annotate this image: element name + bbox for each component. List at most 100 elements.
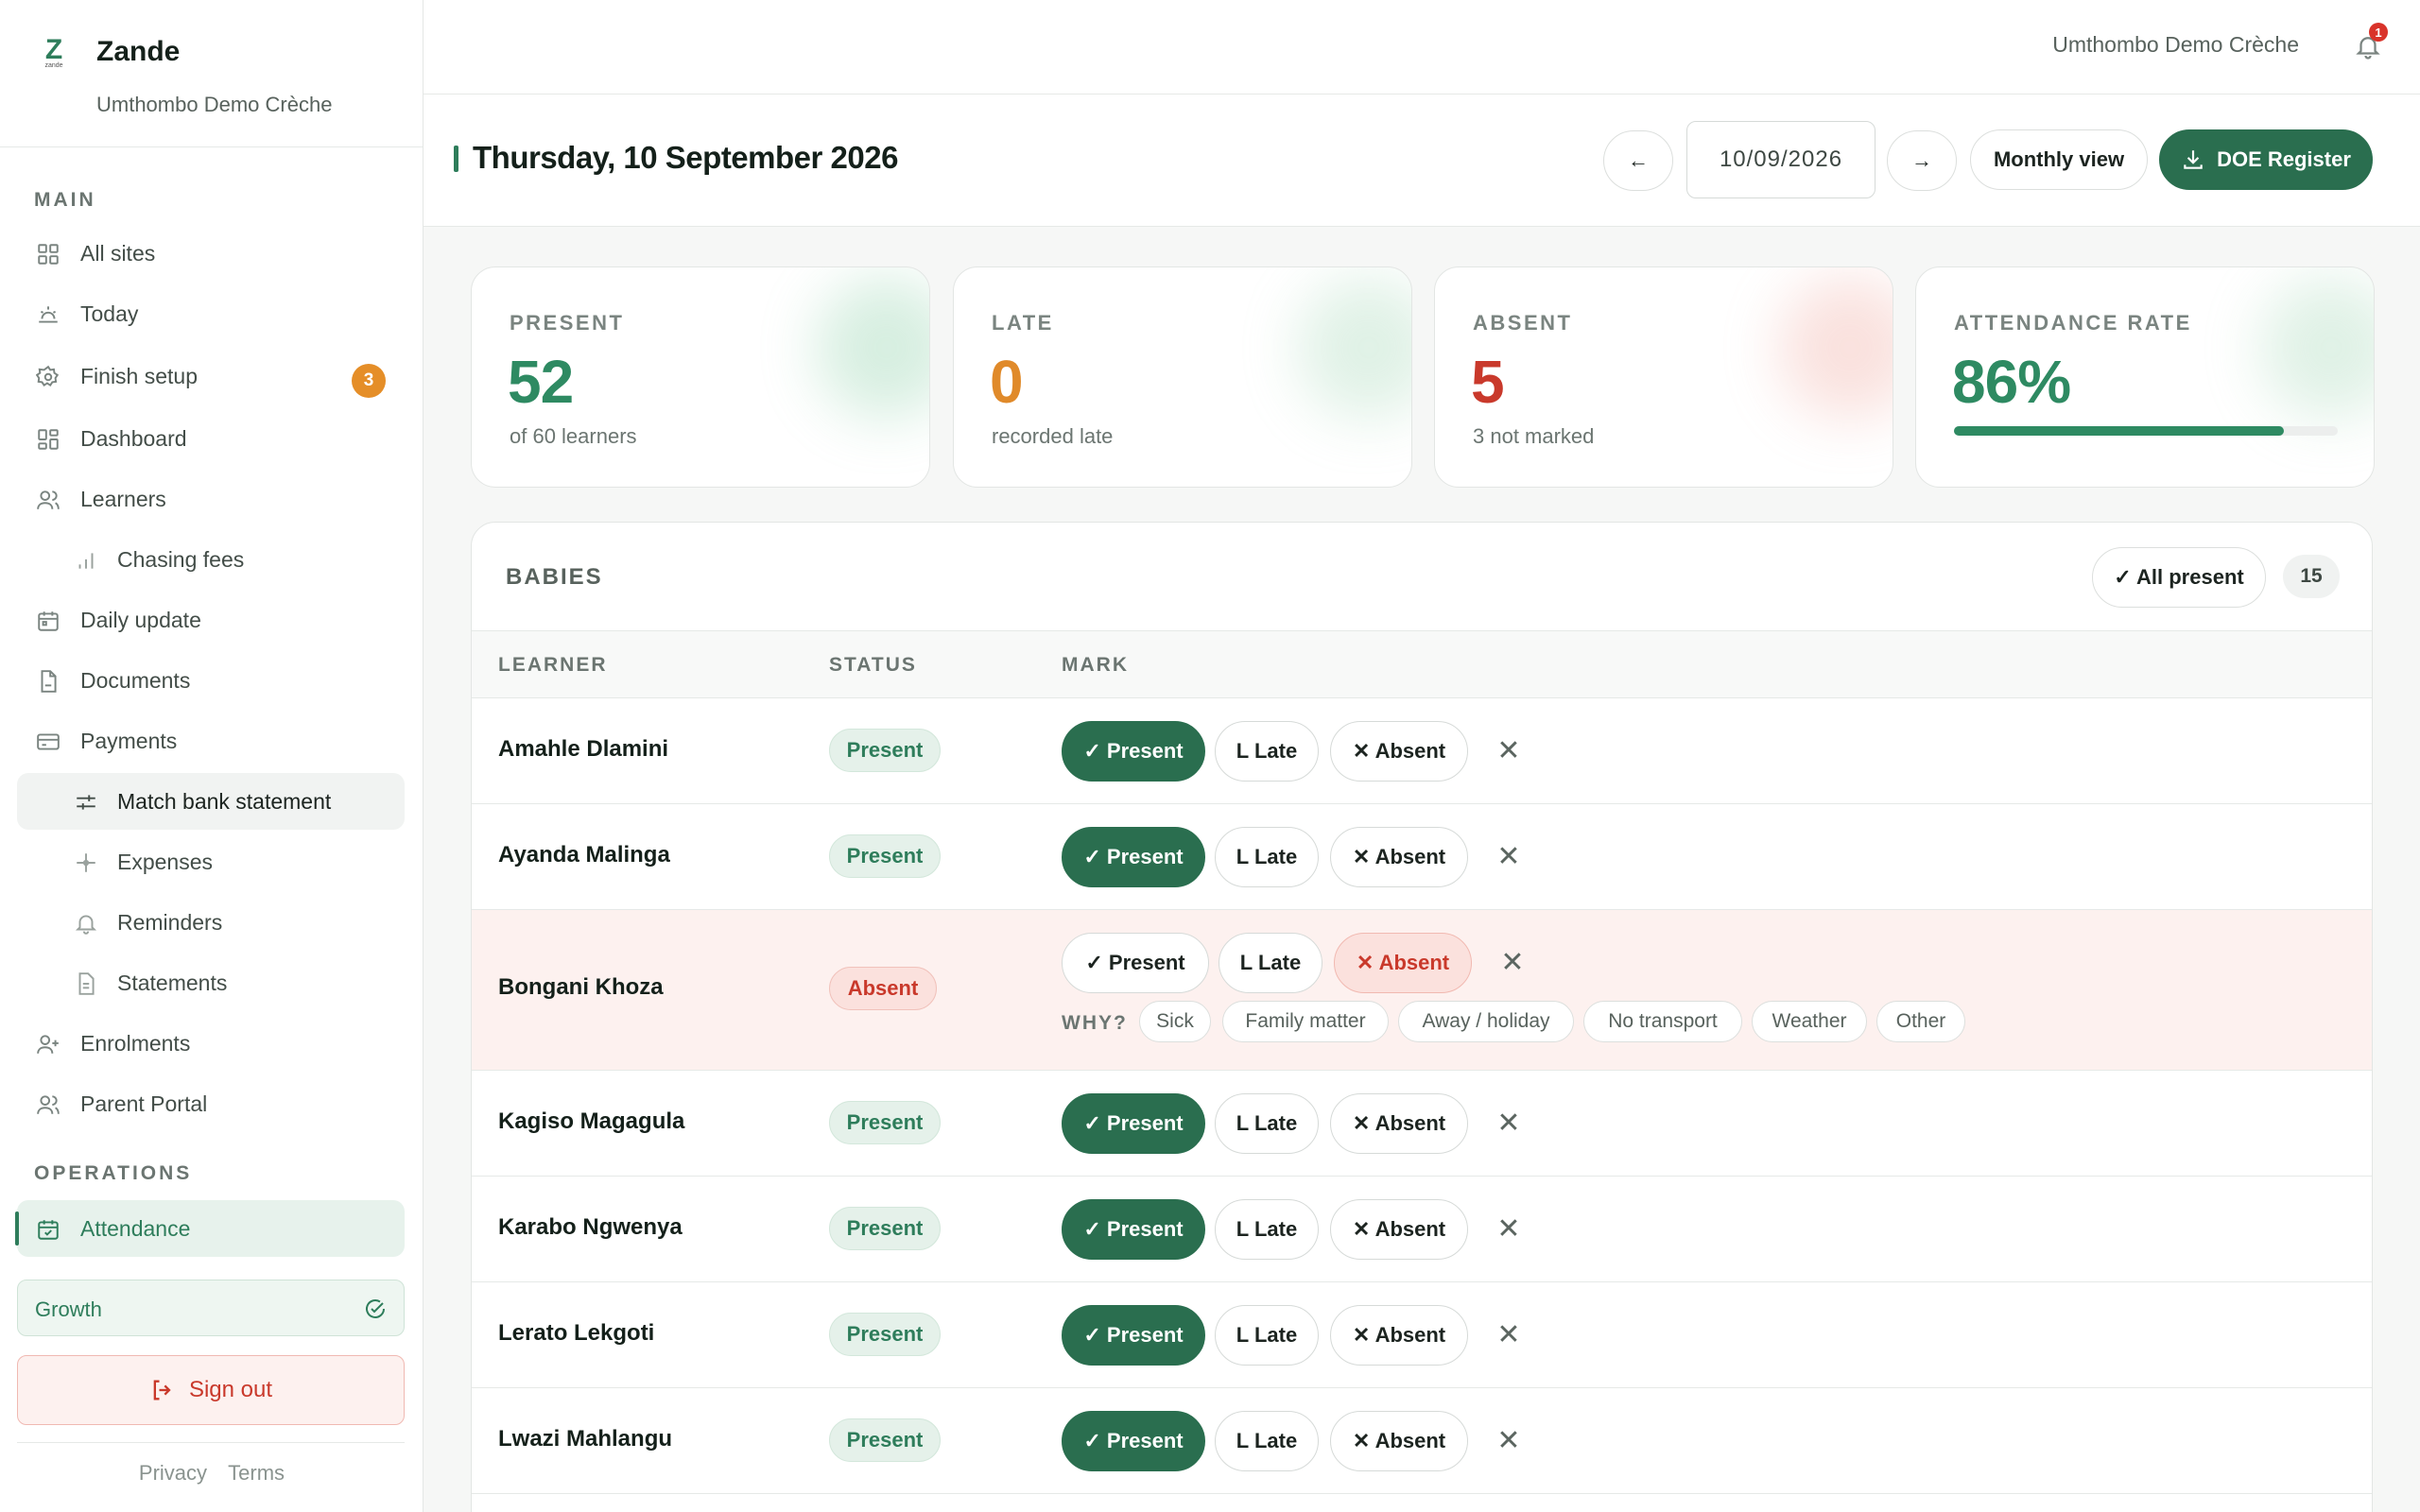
absence-reason-chip[interactable]: Sick — [1139, 1001, 1211, 1042]
date-input[interactable]: 10/09/2026 — [1686, 121, 1876, 198]
mark-late-button[interactable]: L Late — [1215, 827, 1319, 887]
clear-mark-button[interactable]: ✕ — [1495, 1107, 1523, 1140]
sidebar-item-statements[interactable]: Statements — [17, 954, 405, 1011]
mark-present-button[interactable]: ✓ Present — [1062, 1093, 1205, 1154]
sidebar-item-dashboard[interactable]: Dashboard — [17, 410, 405, 467]
mark-absent-button[interactable]: ✕ Absent — [1330, 1093, 1468, 1154]
sidebar-item-expenses[interactable]: Expenses — [17, 833, 405, 890]
mark-absent-button[interactable]: ✕ Absent — [1330, 1199, 1468, 1260]
learner-name: Amahle Dlamini — [498, 736, 669, 762]
stat-sub: of 60 learners — [510, 424, 637, 448]
mark-absent-button[interactable]: ✕ Absent — [1334, 933, 1472, 993]
mark-present-button[interactable]: ✓ Present — [1062, 721, 1205, 782]
clear-mark-button[interactable]: ✕ — [1495, 734, 1523, 767]
sidebar-item-attendance[interactable]: Attendance — [15, 1200, 405, 1257]
status-badge: Present — [829, 729, 941, 772]
stat-label: LATE — [992, 311, 1054, 335]
monthly-view-button[interactable]: Monthly view — [1970, 129, 2148, 190]
clear-mark-button[interactable]: ✕ — [1495, 1318, 1523, 1351]
sidebar-item-label: Statements — [117, 971, 228, 995]
why-label: WHY? — [1062, 1012, 1128, 1034]
absence-reason-chip[interactable]: Away / holiday — [1398, 1001, 1574, 1042]
stat-label: ABSENT — [1473, 311, 1573, 335]
notification-count-badge: 1 — [2369, 23, 2388, 42]
status-badge: Present — [829, 1101, 941, 1144]
clear-mark-button[interactable]: ✕ — [1495, 1424, 1523, 1457]
mark-absent-button[interactable]: ✕ Absent — [1330, 1305, 1468, 1366]
absence-reason-chip[interactable]: Other — [1876, 1001, 1965, 1042]
doe-register-button[interactable]: DOE Register — [2159, 129, 2373, 190]
mark-present-button[interactable]: ✓ Present — [1062, 1411, 1205, 1471]
sidebar-item-parent-portal[interactable]: Parent Portal — [17, 1075, 405, 1132]
mark-late-button[interactable]: L Late — [1215, 721, 1319, 782]
mark-late-button[interactable]: L Late — [1215, 1093, 1319, 1154]
mark-present-button[interactable]: ✓ Present — [1062, 1305, 1205, 1366]
stat-value: 5 — [1471, 348, 1505, 416]
footer-links: Privacy Terms — [0, 1461, 423, 1486]
mark-present-button[interactable]: ✓ Present — [1062, 1199, 1205, 1260]
org-switcher[interactable]: Umthombo Demo Crèche — [2052, 32, 2299, 58]
gear-icon — [36, 365, 60, 389]
sliders-icon — [74, 790, 98, 815]
absence-reason-chip[interactable]: No transport — [1583, 1001, 1742, 1042]
column-header-learner: LEARNER — [498, 654, 608, 676]
mark-present-button[interactable]: ✓ Present — [1062, 827, 1205, 887]
sidebar-item-daily-update[interactable]: Daily update — [17, 592, 405, 648]
sidebar-item-all-sites[interactable]: All sites — [17, 225, 405, 282]
mark-absent-button[interactable]: ✕ Absent — [1330, 827, 1468, 887]
mark-late-button[interactable]: L Late — [1215, 1199, 1319, 1260]
stat-sub: recorded late — [992, 424, 1114, 448]
sidebar-item-reminders[interactable]: Reminders — [17, 894, 405, 951]
sidebar-item-finish-setup[interactable]: Finish setup 3 — [17, 348, 405, 404]
stat-card-attendance-rate: ATTENDANCE RATE 86% — [1915, 266, 2375, 488]
privacy-link[interactable]: Privacy — [139, 1461, 207, 1485]
learner-name: Lerato Lekgoti — [498, 1320, 655, 1346]
mark-late-button[interactable]: L Late — [1215, 1305, 1319, 1366]
divider — [17, 1442, 405, 1443]
sidebar-item-today[interactable]: Today — [17, 285, 405, 342]
dashboard-icon — [36, 427, 60, 452]
terms-link[interactable]: Terms — [228, 1461, 285, 1485]
users-icon — [36, 488, 60, 512]
stat-value: 86% — [1952, 348, 2071, 416]
zande-logo[interactable]: Z zande — [36, 36, 72, 72]
mark-late-button[interactable]: L Late — [1219, 933, 1322, 993]
sidebar-item-label: Dashboard — [80, 426, 187, 451]
mark-absent-button[interactable]: ✕ Absent — [1330, 1411, 1468, 1471]
absence-reason-chip[interactable]: Weather — [1752, 1001, 1867, 1042]
card-glow — [1779, 277, 1893, 419]
absence-reason-chip[interactable]: Family matter — [1222, 1001, 1389, 1042]
bar-chart-icon — [74, 548, 98, 573]
sign-out-button[interactable]: Sign out — [17, 1355, 405, 1425]
sidebar-item-payments[interactable]: Payments — [17, 713, 405, 769]
clear-mark-button[interactable]: ✕ — [1495, 840, 1523, 873]
clear-mark-button[interactable]: ✕ — [1495, 1212, 1523, 1246]
sidebar-item-label: Documents — [80, 668, 191, 693]
sidebar-item-match-bank-statement[interactable]: Match bank statement — [17, 773, 405, 830]
arrow-left-icon: ← — [1628, 148, 1649, 172]
sidebar-item-learners[interactable]: Learners — [17, 471, 405, 527]
user-plus-icon — [36, 1032, 60, 1057]
group-title: BABIES — [506, 564, 603, 590]
table-row: Kagiso Magagula Present ✓ Present L Late ✕ A… — [472, 1071, 2372, 1177]
progress-fill — [1954, 426, 2285, 436]
mark-present-button[interactable]: ✓ Present — [1062, 933, 1209, 993]
sidebar-item-enrolments[interactable]: Enrolments — [17, 1015, 405, 1072]
sidebar-item-chasing-fees[interactable]: Chasing fees — [17, 531, 405, 588]
sidebar-item-label: Attendance — [80, 1216, 191, 1241]
card-glow — [816, 277, 929, 419]
column-header-mark: MARK — [1062, 654, 1129, 676]
sidebar-item-documents[interactable]: Documents — [17, 652, 405, 709]
group-card-babies: BABIES ✓ All present 15 LEARNER STATUS M… — [471, 522, 2373, 1512]
table-row: Amahle Dlamini Present ✓ Present L Late ✕ Ab… — [472, 698, 2372, 804]
mark-absent-button[interactable]: ✕ Absent — [1330, 721, 1468, 782]
all-present-button[interactable]: ✓ All present — [2092, 547, 2266, 608]
mark-late-button[interactable]: L Late — [1215, 1411, 1319, 1471]
next-day-button[interactable]: → — [1887, 130, 1957, 191]
page-title: Thursday, 10 September 2026 — [454, 140, 898, 175]
clear-mark-button[interactable]: ✕ — [1498, 946, 1527, 979]
stat-card-present: PRESENT 52 of 60 learners — [471, 266, 930, 488]
previous-day-button[interactable]: ← — [1603, 130, 1673, 191]
plan-badge-growth[interactable]: Growth — [17, 1280, 405, 1336]
download-icon — [2181, 147, 2205, 172]
